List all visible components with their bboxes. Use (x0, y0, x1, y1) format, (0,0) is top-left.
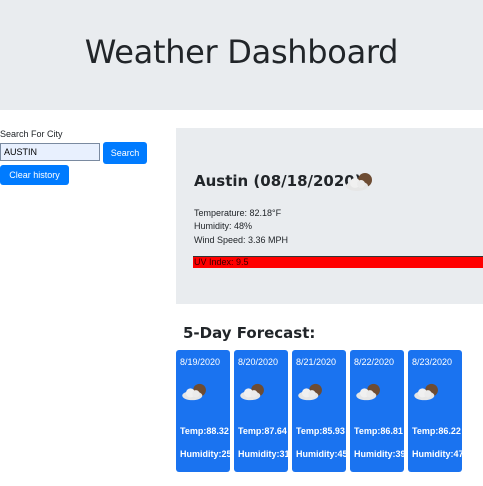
forecast-temp: Temp:86.22 (412, 426, 461, 436)
forecast-date: 8/22/2020 (354, 357, 395, 367)
search-label: Search For City (0, 129, 63, 139)
forecast-card: 8/23/2020 Temp:86.22 Humidity:47 (408, 350, 462, 472)
forecast-temp: Temp:87.64 (238, 426, 287, 436)
partly-cloudy-icon (296, 382, 326, 407)
clear-history-button[interactable]: Clear history (0, 165, 69, 185)
partly-cloudy-icon (412, 382, 442, 407)
forecast-card: 8/19/2020 Temp:88.32 Humidity:25 (176, 350, 230, 472)
search-button[interactable]: Search (103, 142, 147, 164)
forecast-humidity: Humidity:47 (412, 449, 462, 459)
page-title: Weather Dashboard (84, 33, 399, 71)
partly-cloudy-icon (344, 171, 376, 198)
forecast-card: 8/21/2020 Temp:85.93 Humidity:45 (292, 350, 346, 472)
forecast-humidity: Humidity:45 (296, 449, 346, 459)
current-city-title: Austin (08/18/2020) (194, 172, 362, 190)
forecast-temp: Temp:88.32 (180, 426, 229, 436)
forecast-date: 8/19/2020 (180, 357, 221, 367)
forecast-humidity: Humidity:31 (238, 449, 288, 459)
uv-index-badge: UV Index: 9.5 (193, 256, 483, 268)
forecast-date: 8/21/2020 (296, 357, 337, 367)
forecast-temp: Temp:85.93 (296, 426, 345, 436)
forecast-date: 8/23/2020 (412, 357, 453, 367)
forecast-humidity: Humidity:25 (180, 449, 230, 459)
city-search-input[interactable] (0, 143, 100, 161)
partly-cloudy-icon (180, 382, 210, 407)
current-temperature: Temperature: 82.18°F (194, 208, 282, 218)
forecast-humidity: Humidity:39 (354, 449, 404, 459)
current-wind-speed: Wind Speed: 3.36 MPH (194, 235, 289, 245)
partly-cloudy-icon (238, 382, 268, 407)
forecast-title: 5-Day Forecast: (183, 324, 316, 342)
forecast-temp: Temp:86.81 (354, 426, 403, 436)
forecast-card: 8/20/2020 Temp:87.64 Humidity:31 (234, 350, 288, 472)
forecast-date: 8/20/2020 (238, 357, 279, 367)
partly-cloudy-icon (354, 382, 384, 407)
forecast-card: 8/22/2020 Temp:86.81 Humidity:39 (350, 350, 404, 472)
current-humidity: Humidity: 48% (194, 221, 253, 231)
header-jumbotron: Weather Dashboard (0, 0, 483, 110)
